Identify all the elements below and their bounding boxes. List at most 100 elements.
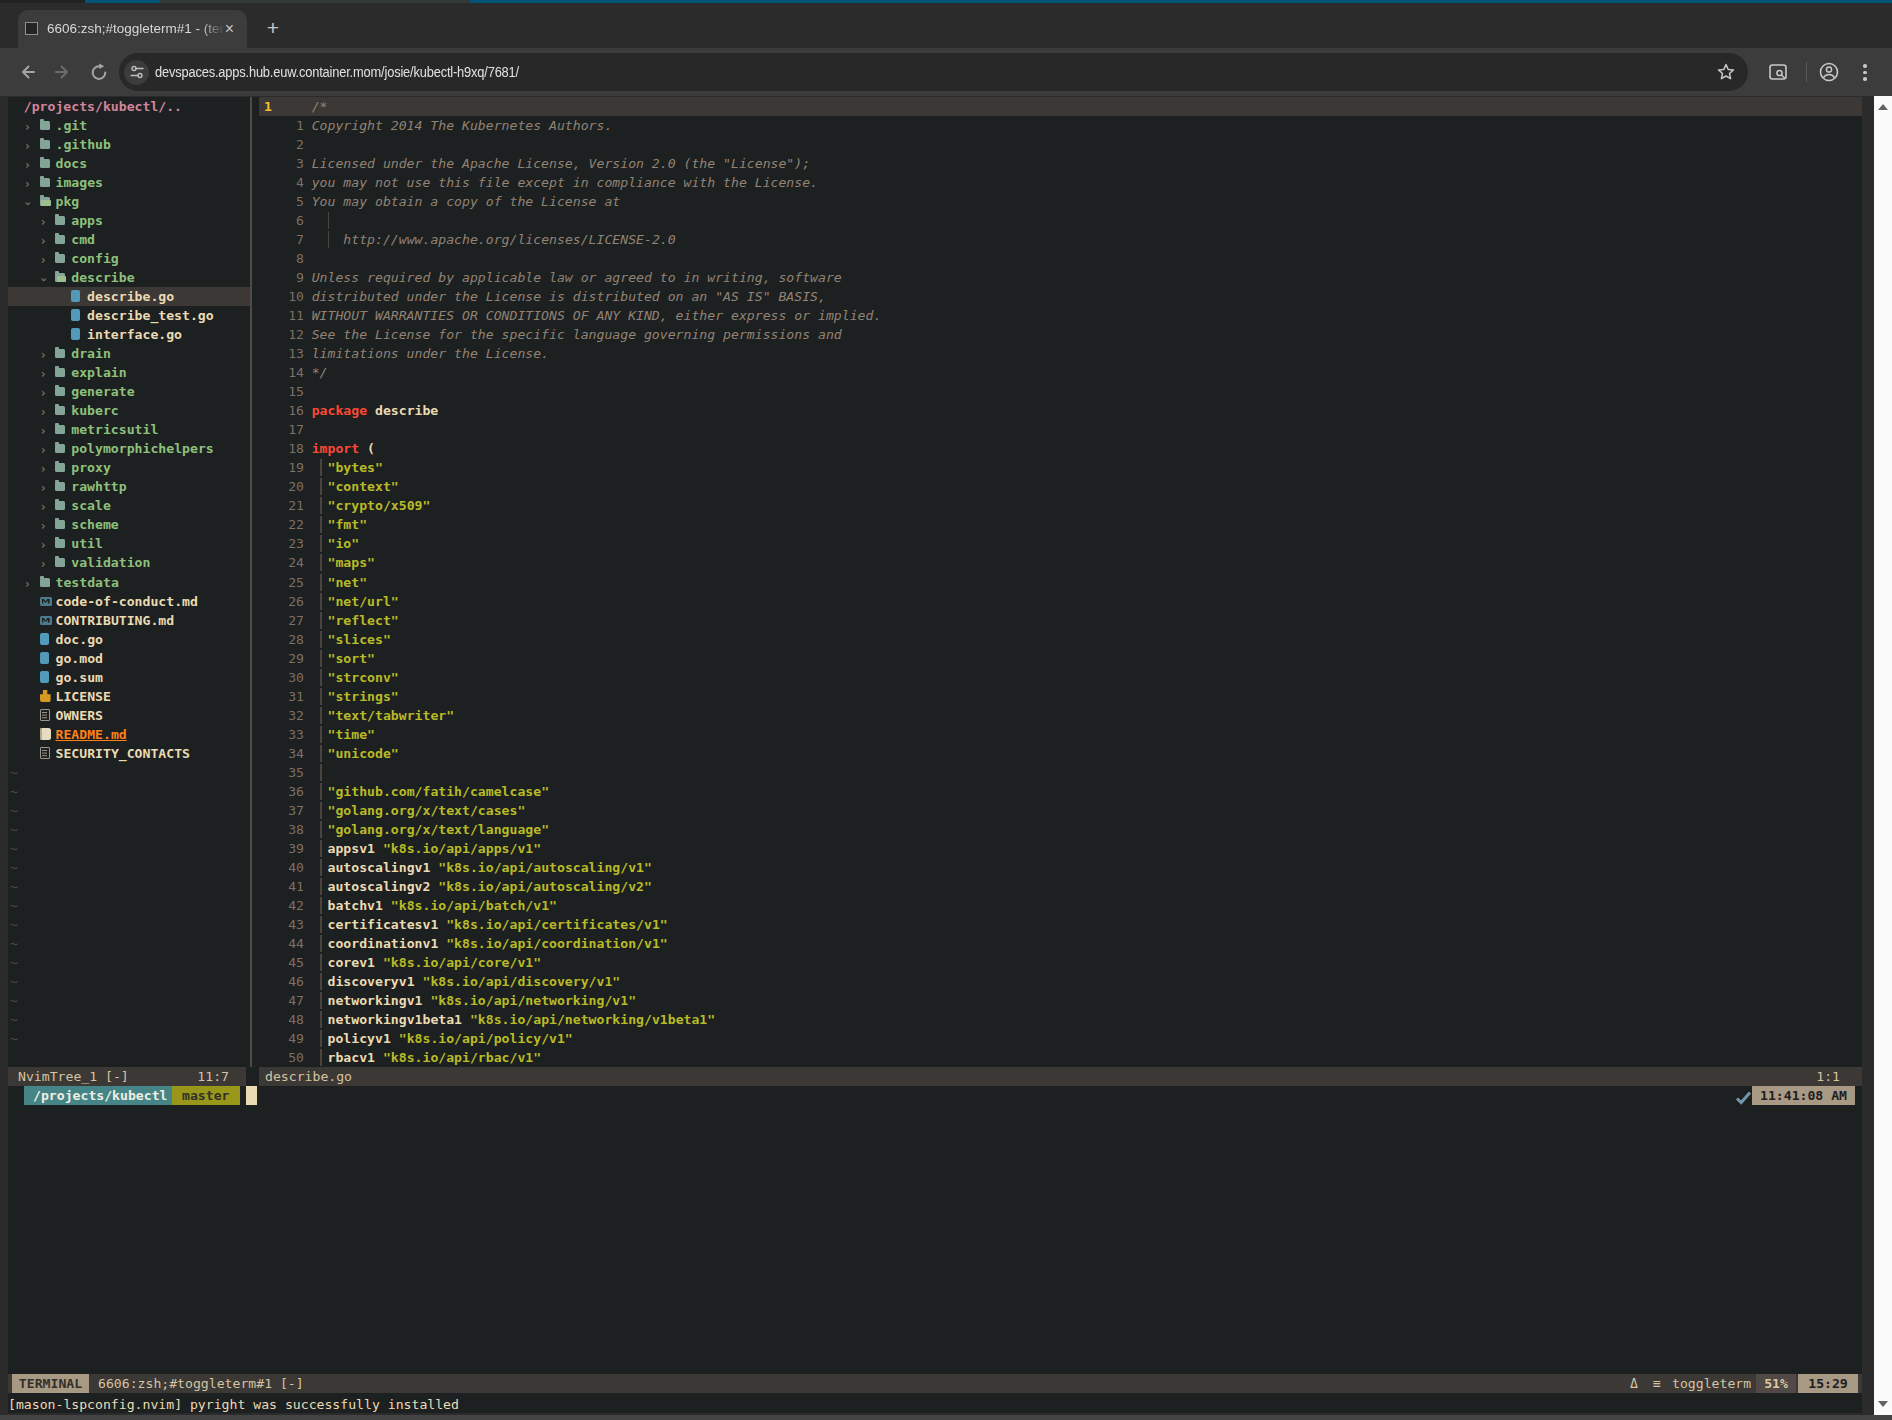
tree-item-describe[interactable]: ›describe: [8, 268, 250, 287]
scrollbar-down-icon[interactable]: [1878, 1401, 1888, 1407]
tree-item-security-contacts[interactable]: SECURITY_CONTACTS: [8, 744, 250, 763]
tree-root[interactable]: /projects/kubectl/..: [8, 97, 250, 116]
tab-close-icon[interactable]: ×: [225, 10, 234, 48]
code-line: 40autoscalingv1 "k8s.io/api/autoscaling/…: [259, 858, 1862, 877]
tree-filler[interactable]: ~: [8, 782, 250, 801]
side-panel-icon[interactable]: [1767, 61, 1789, 83]
tree-item-go-mod[interactable]: go.mod: [8, 649, 250, 668]
tree-filler[interactable]: ~: [8, 801, 250, 820]
page-scrollbar[interactable]: [1874, 96, 1892, 1415]
tree-item-go-sum[interactable]: go.sum: [8, 668, 250, 687]
code-line: 8: [259, 249, 1862, 268]
tree-item-contributing-md[interactable]: CONTRIBUTING.md: [8, 611, 250, 630]
code-line: 49policyv1 "k8s.io/api/policy/v1": [259, 1029, 1862, 1048]
indent-guide: [320, 650, 322, 667]
empty-line-tilde: ~: [10, 820, 18, 839]
tree-item-scheme[interactable]: ›scheme: [8, 515, 250, 534]
tree-item-proxy[interactable]: ›proxy: [8, 458, 250, 477]
indent-guide: [320, 631, 322, 648]
tree-item-interface-go[interactable]: interface.go: [8, 325, 250, 344]
tree-item-scale[interactable]: ›scale: [8, 496, 250, 515]
empty-line-tilde: ~: [10, 972, 18, 991]
code-line: 44coordinationv1 "k8s.io/api/coordinatio…: [259, 934, 1862, 953]
line-number: 45: [259, 953, 304, 972]
tree-filler[interactable]: ~: [8, 858, 250, 877]
tree-item-polymorphichelpers[interactable]: ›polymorphichelpers: [8, 439, 250, 458]
line-number: 9: [259, 268, 304, 287]
tree-item-validation[interactable]: ›validation: [8, 553, 250, 572]
tree-item--git[interactable]: ›.git: [8, 116, 250, 135]
tree-item-config[interactable]: ›config: [8, 249, 250, 268]
code-line: 11WITHOUT WARRANTIES OR CONDITIONS OF AN…: [259, 306, 1862, 325]
reload-icon[interactable]: [88, 61, 110, 83]
tree-item-owners[interactable]: OWNERS: [8, 706, 250, 725]
editor[interactable]: 1/*1Copyright 2014 The Kubernetes Author…: [259, 97, 1862, 1067]
line-number: 30: [259, 668, 304, 687]
tree-item-explain[interactable]: ›explain: [8, 363, 250, 382]
tree-item-metricsutil[interactable]: ›metricsutil: [8, 420, 250, 439]
tree-item-code-of-conduct-md[interactable]: code-of-conduct.md: [8, 592, 250, 611]
tree-filler[interactable]: ~: [8, 972, 250, 991]
tree-filler[interactable]: ~: [8, 877, 250, 896]
code-line: 14*/: [259, 363, 1862, 382]
tree-item-testdata[interactable]: ›testdata: [8, 573, 250, 592]
tree-filler[interactable]: ~: [8, 820, 250, 839]
tree-item-doc-go[interactable]: doc.go: [8, 630, 250, 649]
folder-icon: [55, 501, 65, 510]
browser-tab[interactable]: 6606:zsh;#toggleterm#1 - (term ×: [18, 10, 247, 48]
profile-icon[interactable]: [1818, 61, 1840, 83]
scrollbar-up-icon[interactable]: [1878, 104, 1888, 110]
tree-item-describe-test-go[interactable]: describe_test.go: [8, 306, 250, 325]
indent-guide: [320, 593, 322, 610]
folder-icon: [55, 539, 65, 548]
indent-guide: [328, 212, 330, 229]
tree-filler[interactable]: ~: [8, 991, 250, 1010]
line-number: 11: [259, 306, 304, 325]
new-tab-button[interactable]: +: [258, 10, 288, 48]
tree-item-readme-md[interactable]: README.md: [8, 725, 250, 744]
tree-item-generate[interactable]: ›generate: [8, 382, 250, 401]
tree-item-drain[interactable]: ›drain: [8, 344, 250, 363]
tree-item-describe-go[interactable]: describe.go: [8, 287, 250, 306]
line-number: 22: [259, 515, 304, 534]
terminal[interactable]: /projects/kubectl/..›.git›.github›docs›i…: [8, 97, 1862, 1413]
empty-line-tilde: ~: [10, 839, 18, 858]
line-number: 43: [259, 915, 304, 934]
address-bar[interactable]: devspaces.apps.hub.euw.container.mom/jos…: [119, 53, 1748, 91]
url-text[interactable]: devspaces.apps.hub.euw.container.mom/jos…: [155, 53, 519, 91]
line-number: 18: [259, 439, 304, 458]
tree-filler[interactable]: ~: [8, 763, 250, 782]
tree-item-util[interactable]: ›util: [8, 534, 250, 553]
line-number: 42: [259, 896, 304, 915]
back-icon[interactable]: [16, 61, 38, 83]
tree-item-cmd[interactable]: ›cmd: [8, 230, 250, 249]
code-line: 4you may not use this file except in com…: [259, 173, 1862, 192]
tree-filler[interactable]: ~: [8, 934, 250, 953]
tree-filler[interactable]: ~: [8, 839, 250, 858]
line-number: 6: [259, 211, 304, 230]
folder-icon: [55, 463, 65, 472]
indent-guide: [320, 1011, 322, 1028]
tree-item-images[interactable]: ›images: [8, 173, 250, 192]
tree-item-license[interactable]: LICENSE: [8, 687, 250, 706]
tree-item--github[interactable]: ›.github: [8, 135, 250, 154]
folder-icon: [40, 178, 50, 187]
code-line: 47networkingv1 "k8s.io/api/networking/v1…: [259, 991, 1862, 1010]
tree-filler[interactable]: ~: [8, 953, 250, 972]
tree-item-kuberc[interactable]: ›kuberc: [8, 401, 250, 420]
tree-item-docs[interactable]: ›docs: [8, 154, 250, 173]
forward-icon[interactable]: [52, 61, 74, 83]
bookmark-star-icon[interactable]: [1716, 62, 1736, 82]
tree-item-pkg[interactable]: ›pkg: [8, 192, 250, 211]
tree-filler[interactable]: ~: [8, 896, 250, 915]
tree-filler[interactable]: ~: [8, 1010, 250, 1029]
tree-item-rawhttp[interactable]: ›rawhttp: [8, 477, 250, 496]
tree-filler[interactable]: ~: [8, 1029, 250, 1048]
nvimtree-statusline-pos: 11:7: [197, 1067, 229, 1086]
code-line: 31"strings": [259, 687, 1862, 706]
site-info-icon[interactable]: [129, 64, 145, 80]
tree-item-apps[interactable]: ›apps: [8, 211, 250, 230]
line-number: 35: [259, 763, 304, 782]
tree-filler[interactable]: ~: [8, 915, 250, 934]
menu-kebab-icon[interactable]: [1854, 61, 1876, 83]
